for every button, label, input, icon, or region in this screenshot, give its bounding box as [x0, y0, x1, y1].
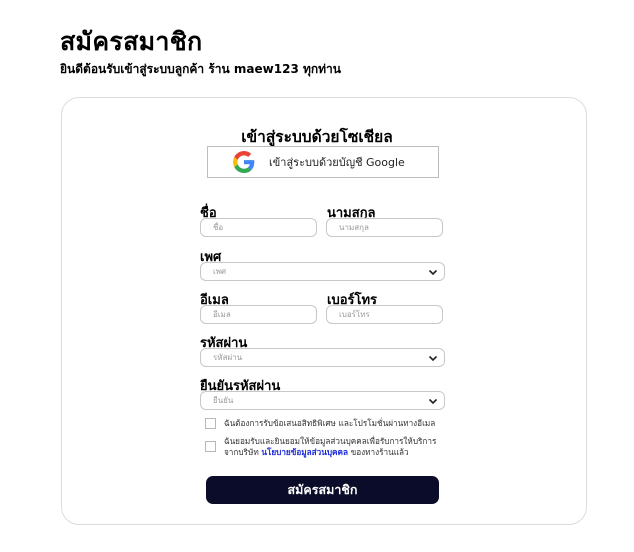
email-input[interactable]: อีเมล	[200, 305, 317, 324]
first-name-input[interactable]: ชื่อ	[200, 218, 317, 237]
password-input[interactable]: รหัสผ่าน	[200, 348, 445, 367]
privacy-checkbox[interactable]	[205, 441, 216, 452]
privacy-prefix: จากบริษัท	[224, 447, 262, 457]
promo-checkbox[interactable]	[205, 418, 216, 429]
google-icon	[233, 151, 255, 173]
chevron-down-icon	[428, 398, 438, 404]
page-title: สมัครสมาชิก	[60, 27, 203, 56]
confirm-password-placeholder: ยืนยัน	[213, 396, 234, 405]
chevron-down-icon	[428, 355, 438, 361]
page-subtitle: ยินดีต้อนรับเข้าสู่ระบบลูกค้า ร้าน maew1…	[60, 62, 341, 76]
privacy-consent-text: ฉันยอมรับและยินยอมให้ข้อมูลส่วนบุคคลเพื่…	[224, 436, 436, 458]
gender-select[interactable]: เพศ	[200, 262, 445, 281]
google-login-label: เข้าสู่ระบบด้วยบัญชี Google	[269, 156, 405, 169]
promo-consent-text: ฉันต้องการรับข้อเสนอสิทธิพิเศษ และโปรโมช…	[224, 418, 436, 428]
confirm-password-input[interactable]: ยืนยัน	[200, 391, 445, 410]
phone-input[interactable]: เบอร์โทร	[326, 305, 443, 324]
password-placeholder: รหัสผ่าน	[213, 353, 243, 362]
gender-select-value: เพศ	[213, 267, 227, 276]
privacy-policy-link[interactable]: นโยบายข้อมูลส่วนบุคคล	[261, 447, 348, 457]
google-login-button[interactable]: เข้าสู่ระบบด้วยบัญชี Google	[207, 146, 439, 178]
register-submit-button[interactable]: สมัครสมาชิก	[206, 476, 439, 504]
privacy-consent-line2: จากบริษัท นโยบายข้อมูลส่วนบุคคล ของทางร้…	[224, 447, 436, 458]
last-name-input[interactable]: นามสกุล	[326, 218, 443, 237]
privacy-suffix: ของทางร้านแล้ว	[348, 447, 409, 457]
chevron-down-icon	[428, 269, 438, 275]
privacy-consent-line1: ฉันยอมรับและยินยอมให้ข้อมูลส่วนบุคคลเพื่…	[224, 436, 437, 446]
